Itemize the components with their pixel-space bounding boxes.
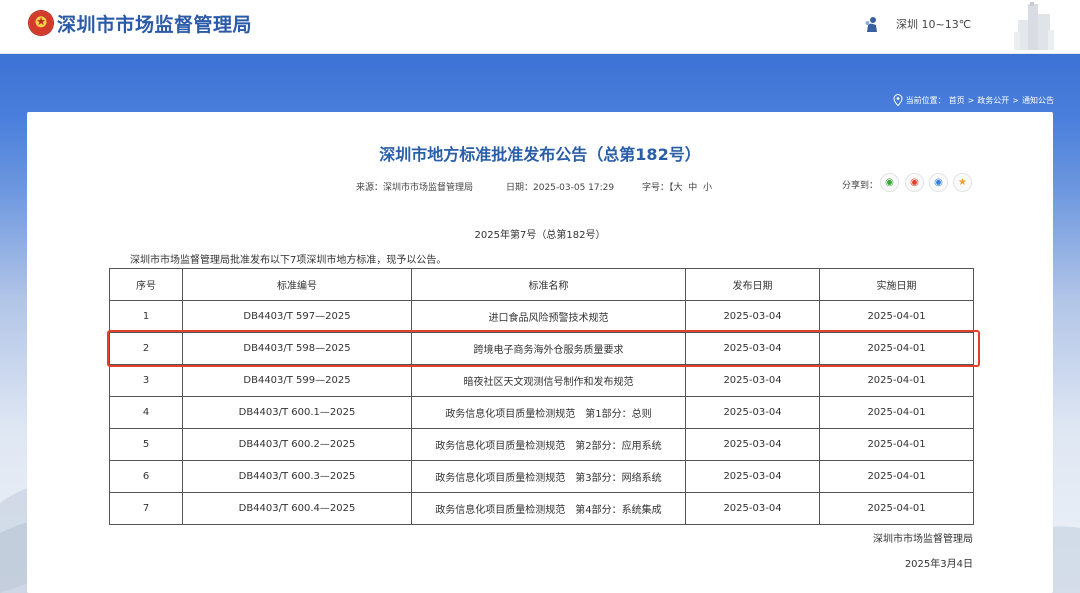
cell-code: DB4403/T 600.1—2025 — [182, 396, 412, 429]
table-row: 1 DB4403/T 597—2025 进口食品风险预警技术规范 2025-03… — [109, 300, 974, 333]
cell-name: 进口食品风险预警技术规范 — [411, 300, 686, 333]
breadcrumb: 当前位置： 首页 > 政务公开 > 通知公告 — [893, 94, 1054, 106]
cell-name: 暗夜社区天文观测信号制作和发布规范 — [411, 364, 686, 397]
breadcrumb-separator: > — [1012, 95, 1019, 105]
breadcrumb-separator: > — [967, 95, 975, 105]
weather-person-icon — [865, 17, 877, 32]
table-row: 2 DB4403/T 598—2025 跨境电子商务海外仓服务质量要求 2025… — [109, 332, 974, 365]
article-title: 深圳市地方标准批准发布公告（总第182号） — [379, 145, 701, 164]
article-source: 来源：深圳市市场监督管理局 — [356, 183, 474, 193]
breadcrumb-link-notices[interactable]: 通知公告 — [1022, 95, 1054, 106]
cell-release-date: 2025-03-04 — [685, 300, 820, 333]
cell-name: 政务信息化项目质量检测规范 第4部分：系统集成 — [411, 492, 686, 525]
table-header-row: 序号 标准编号 标准名称 发布日期 实施日期 — [109, 268, 974, 301]
cell-name: 政务信息化项目质量检测规范 第2部分：应用系统 — [411, 428, 686, 461]
font-size-large[interactable]: 大 — [674, 183, 683, 193]
cell-code: DB4403/T 600.4—2025 — [182, 492, 412, 525]
wechat-icon[interactable]: ◉ — [880, 173, 899, 192]
cell-name: 跨境电子商务海外仓服务质量要求 — [411, 332, 686, 365]
font-size-label: 字号： — [642, 183, 670, 193]
cell-release-date: 2025-03-04 — [685, 332, 820, 365]
weibo-icon[interactable]: ◉ — [905, 173, 924, 192]
signature-date: 2025年3月4日 — [904, 559, 973, 570]
cell-code: DB4403/T 597—2025 — [182, 300, 412, 333]
cell-effective-date: 2025-04-01 — [819, 492, 974, 525]
site-title[interactable]: 深圳市市场监督管理局 — [57, 10, 252, 37]
column-header-effective-date: 实施日期 — [819, 268, 974, 301]
cell-code: DB4403/T 600.2—2025 — [182, 428, 412, 461]
cell-effective-date: 2025-04-01 — [819, 364, 974, 397]
column-header-name: 标准名称 — [411, 268, 686, 301]
table-row: 4 DB4403/T 600.1—2025 政务信息化项目质量检测规范 第1部分… — [109, 396, 974, 429]
cell-release-date: 2025-03-04 — [685, 460, 820, 493]
breadcrumb-prefix: 当前位置： — [905, 95, 946, 105]
city-building-image — [1014, 2, 1054, 50]
table-row: 5 DB4403/T 600.2—2025 政务信息化项目质量检测规范 第2部分… — [109, 428, 974, 461]
cell-code: DB4403/T 598—2025 — [182, 332, 412, 365]
weather-text: 深圳 10~13℃ — [896, 18, 972, 31]
cell-name: 政务信息化项目质量检测规范 第1部分：总则 — [411, 396, 686, 429]
cell-no: 7 — [109, 492, 183, 525]
breadcrumb-link-home[interactable]: 首页 — [949, 95, 965, 106]
table-row: 7 DB4403/T 600.4—2025 政务信息化项目质量检测规范 第4部分… — [109, 492, 974, 525]
cell-release-date: 2025-03-04 — [685, 364, 820, 397]
cell-effective-date: 2025-04-01 — [819, 428, 974, 461]
cell-effective-date: 2025-04-01 — [819, 300, 974, 333]
column-header-code: 标准编号 — [182, 268, 412, 301]
cell-no: 2 — [109, 332, 183, 365]
cell-no: 3 — [109, 364, 183, 397]
signature-org: 深圳市市场监督管理局 — [873, 534, 973, 545]
table-row: 6 DB4403/T 600.3—2025 政务信息化项目质量检测规范 第3部分… — [109, 460, 974, 493]
cell-effective-date: 2025-04-01 — [819, 396, 974, 429]
cell-no: 6 — [109, 460, 183, 493]
cell-release-date: 2025-03-04 — [685, 428, 820, 461]
market-supervision-emblem-icon[interactable] — [29, 11, 53, 35]
column-header-release-date: 发布日期 — [685, 268, 820, 301]
announcement-intro: 深圳市市场监督管理局批准发布以下7项深圳市地方标准，现予以公告。 — [130, 255, 447, 266]
cell-release-date: 2025-03-04 — [685, 492, 820, 525]
qq-icon[interactable]: ◉ — [929, 173, 948, 192]
cell-release-date: 2025-03-04 — [685, 396, 820, 429]
location-pin-icon — [893, 94, 903, 106]
cell-effective-date: 2025-04-01 — [819, 460, 974, 493]
cell-code: DB4403/T 600.3—2025 — [182, 460, 412, 493]
column-header-no: 序号 — [109, 268, 183, 301]
standards-table: 序号 标准编号 标准名称 发布日期 实施日期 1 DB4403/T 597—20… — [109, 268, 974, 525]
font-size-control: 字号：【大 中 小 — [642, 180, 712, 193]
cell-code: DB4403/T 599—2025 — [182, 364, 412, 397]
breadcrumb-link-gov-affairs[interactable]: 政务公开 — [977, 95, 1009, 106]
cell-no: 5 — [109, 428, 183, 461]
site-header: 深圳市市场监督管理局 深圳 10~13℃ — [0, 0, 1080, 54]
cell-no: 4 — [109, 396, 183, 429]
cell-effective-date: 2025-04-01 — [819, 332, 974, 365]
font-size-medium[interactable]: 中 — [688, 183, 697, 193]
table-row: 3 DB4403/T 599—2025 暗夜社区天文观测信号制作和发布规范 20… — [109, 364, 974, 397]
cell-no: 1 — [109, 300, 183, 333]
share-label: 分享到： — [842, 181, 879, 191]
cell-name: 政务信息化项目质量检测规范 第3部分：网络系统 — [411, 460, 686, 493]
issue-number: 2025年第7号（总第182号） — [474, 230, 606, 241]
qzone-icon[interactable]: ★ — [953, 173, 972, 192]
font-size-small[interactable]: 小 — [703, 183, 712, 193]
article-date: 日期：2025-03-05 17:29 — [506, 183, 615, 193]
